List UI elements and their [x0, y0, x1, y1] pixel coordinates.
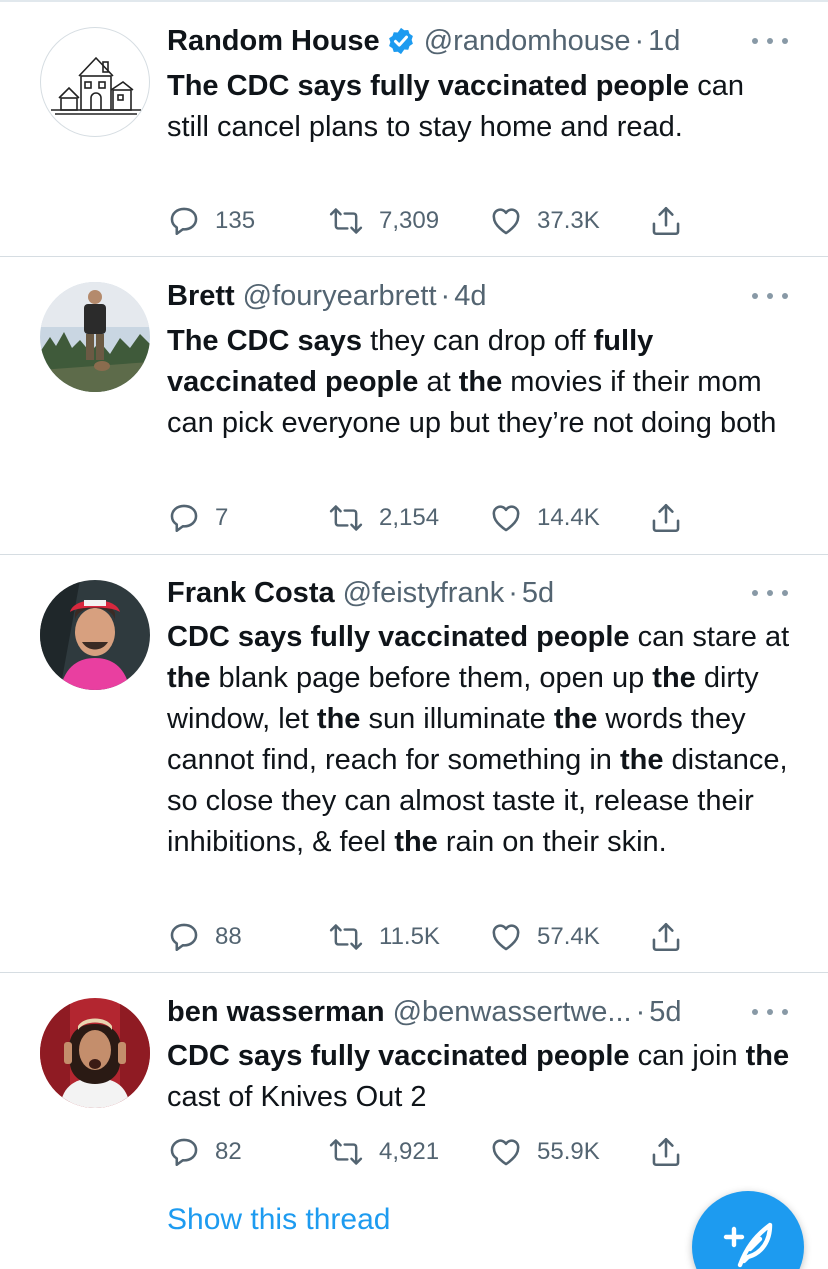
tweet-header: Frank Costa @feistyfrank · 5d: [167, 573, 554, 613]
reply-icon: [170, 504, 198, 533]
retweet-icon: [329, 505, 363, 531]
tweet-text: CDC says fully vaccinated people can joi…: [167, 1040, 790, 1113]
like-count: 55.9K: [537, 1138, 600, 1165]
tweet-actions: 135 7,309 37.3K: [167, 201, 727, 241]
random-house-logo-icon: [51, 56, 141, 115]
more-icon[interactable]: [752, 286, 788, 306]
tweet-header: ben wasserman @benwassertwe... · 5d: [167, 992, 682, 1032]
separator: ·: [440, 279, 451, 312]
profile-photo-icon: [40, 580, 150, 690]
display-name[interactable]: ben wasserman: [167, 996, 385, 1029]
retweet-icon: [329, 924, 363, 950]
share-icon: [652, 1137, 680, 1167]
retweet-icon: [329, 208, 363, 234]
like-button[interactable]: 14.4K: [489, 498, 600, 538]
reply-button[interactable]: 82: [167, 1132, 242, 1172]
retweet-button[interactable]: 2,154: [327, 498, 439, 538]
like-count: 37.3K: [537, 207, 600, 234]
handle[interactable]: @randomhouse: [424, 25, 631, 58]
like-count: 14.4K: [537, 504, 600, 531]
share-icon: [652, 922, 680, 952]
timestamp[interactable]: 4d: [454, 280, 486, 313]
reply-icon: [170, 1138, 198, 1167]
heart-icon: [492, 505, 520, 532]
display-name[interactable]: Frank Costa: [167, 577, 335, 610]
tweet-text: The CDC says fully vaccinated people can…: [167, 70, 744, 143]
timestamp[interactable]: 5d: [522, 577, 554, 610]
reply-count: 88: [215, 923, 242, 950]
retweet-icon: [329, 1139, 363, 1165]
avatar-frank-costa[interactable]: [40, 580, 150, 690]
like-button[interactable]: 55.9K: [489, 1132, 600, 1172]
tweet-text: The CDC says they can drop off fully vac…: [167, 325, 777, 439]
heart-icon: [492, 1139, 520, 1166]
profile-photo-icon: [40, 998, 150, 1108]
show-thread-link[interactable]: Show this thread: [167, 1203, 390, 1237]
handle[interactable]: @benwassertwe...: [393, 996, 632, 1029]
tweet-text: CDC says fully vaccinated people can sta…: [167, 621, 790, 858]
retweet-button[interactable]: 11.5K: [327, 917, 440, 957]
share-icon: [652, 206, 680, 236]
like-button[interactable]: 37.3K: [489, 201, 600, 241]
timestamp[interactable]: 1d: [648, 25, 680, 58]
avatar-ben-wasserman[interactable]: [40, 998, 150, 1108]
tweet[interactable]: Random House @randomhouse · 1d The CDC s…: [0, 0, 828, 257]
share-button[interactable]: [649, 201, 683, 241]
reply-icon: [170, 923, 198, 952]
share-button[interactable]: [649, 1132, 683, 1172]
retweet-count: 2,154: [379, 504, 440, 531]
retweet-count: 4,921: [379, 1138, 440, 1165]
compose-tweet-icon: [723, 1222, 773, 1268]
reply-button[interactable]: 7: [167, 498, 228, 538]
handle[interactable]: @fouryearbrett: [243, 280, 437, 313]
display-name[interactable]: Brett: [167, 280, 235, 313]
display-name[interactable]: Random House: [167, 25, 380, 58]
verified-badge-icon: [388, 27, 413, 55]
avatar-brett[interactable]: [40, 282, 150, 392]
heart-icon: [492, 208, 520, 235]
tweet-header: Brett @fouryearbrett · 4d: [167, 276, 486, 316]
more-icon[interactable]: [752, 31, 788, 51]
retweet-button[interactable]: 4,921: [327, 1132, 439, 1172]
retweet-count: 11.5K: [379, 923, 440, 950]
more-icon[interactable]: [752, 583, 788, 603]
reply-icon: [170, 207, 198, 236]
tweet-header: Random House @randomhouse · 1d: [167, 21, 680, 61]
reply-count: 82: [215, 1138, 242, 1165]
handle[interactable]: @feistyfrank: [343, 577, 505, 610]
more-icon[interactable]: [752, 1002, 788, 1022]
like-count: 57.4K: [537, 923, 600, 950]
share-button[interactable]: [649, 498, 683, 538]
tweet-actions: 88 11.5K 57.4K: [167, 917, 727, 957]
retweet-count: 7,309: [379, 207, 440, 234]
like-button[interactable]: 57.4K: [489, 917, 600, 957]
reply-button[interactable]: 88: [167, 917, 242, 957]
retweet-button[interactable]: 7,309: [327, 201, 439, 241]
profile-photo-icon: [40, 282, 150, 392]
share-icon: [652, 503, 680, 533]
share-button[interactable]: [649, 917, 683, 957]
reply-button[interactable]: 135: [167, 201, 255, 241]
separator: ·: [635, 995, 646, 1028]
tweet[interactable]: Brett @fouryearbrett · 4d The CDC says t…: [0, 257, 828, 555]
separator: ·: [508, 576, 518, 609]
separator: ·: [634, 24, 645, 57]
avatar-random-house[interactable]: [40, 27, 150, 137]
tweet[interactable]: Frank Costa @feistyfrank · 5d CDC says f…: [0, 555, 828, 973]
timestamp[interactable]: 5d: [649, 996, 681, 1029]
reply-count: 135: [215, 207, 256, 234]
tweet-actions: 7 2,154 14.4K: [167, 498, 727, 538]
heart-icon: [492, 924, 520, 951]
reply-count: 7: [215, 504, 229, 531]
tweet-actions: 82 4,921 55.9K: [167, 1132, 727, 1172]
